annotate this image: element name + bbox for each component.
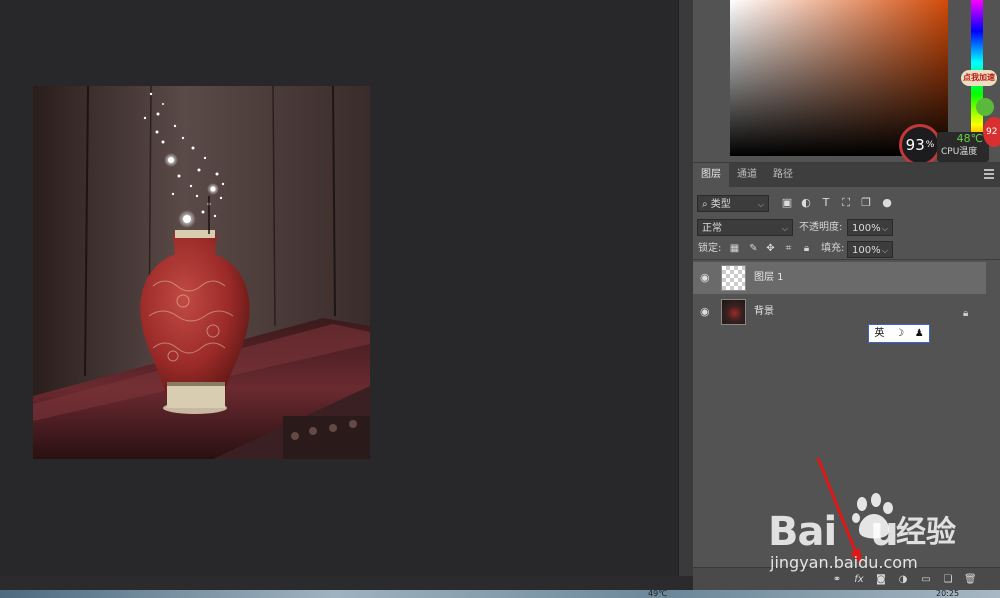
tab-channels[interactable]: 通道 bbox=[729, 163, 765, 187]
panel-tabs: 图层 通道 路径 bbox=[693, 163, 1000, 187]
panel-divider bbox=[693, 259, 1000, 260]
tab-layers[interactable]: 图层 bbox=[693, 163, 729, 187]
windows-taskbar[interactable] bbox=[0, 590, 1000, 598]
filter-toggle-icon[interactable]: ● bbox=[881, 197, 893, 209]
blend-mode-dropdown[interactable]: 正常 ⌵ bbox=[697, 219, 793, 236]
lock-label: 锁定: bbox=[698, 243, 722, 254]
lock-all-icon[interactable]: 🔒︎ bbox=[801, 243, 812, 254]
paw-icon bbox=[852, 493, 893, 539]
chevron-down-icon: ⌵ bbox=[881, 224, 888, 233]
lock-transparent-icon[interactable]: ▦ bbox=[729, 243, 740, 254]
green-ball-icon[interactable] bbox=[976, 98, 994, 116]
document-canvas-area[interactable] bbox=[0, 0, 678, 576]
layer-filter-label: 类型 bbox=[710, 199, 731, 210]
smart-object-filter-icon[interactable]: ❐ bbox=[860, 197, 872, 209]
chevron-down-icon: ⌵ bbox=[757, 200, 764, 209]
layer-name[interactable]: 图层 1 bbox=[754, 262, 784, 294]
layer-filter-dropdown[interactable]: ⌕ 类型 ⌵ bbox=[697, 195, 769, 212]
cpu-temperature: 48℃ bbox=[956, 132, 983, 145]
layer-row-layer1[interactable]: ◉ 图层 1 bbox=[693, 262, 986, 294]
chevron-down-icon: ⌵ bbox=[781, 224, 788, 233]
cpu-info-box: 48℃ CPU温度 bbox=[937, 132, 989, 162]
eye-icon[interactable]: ◉ bbox=[700, 272, 712, 283]
panel-menu-icon[interactable] bbox=[984, 169, 994, 179]
taskbar-clock[interactable]: 20:25 bbox=[936, 590, 959, 598]
moon-icon[interactable]: ☽ bbox=[895, 325, 904, 342]
baidu-watermark: Baiu 经验 jingyan.baidu.com bbox=[768, 490, 993, 580]
cpu-usage-unit: % bbox=[925, 140, 935, 150]
search-icon: ⌕ bbox=[702, 199, 708, 210]
fill-field[interactable]: 100% ⌵ bbox=[847, 241, 893, 258]
lock-move-icon[interactable]: ✥ bbox=[765, 243, 776, 254]
tab-paths[interactable]: 路径 bbox=[765, 163, 801, 187]
corner-counter-badge[interactable]: 92 bbox=[983, 117, 1000, 147]
blend-mode-value: 正常 bbox=[702, 223, 722, 234]
ime-toolbar[interactable]: 英 ☽ ♟ bbox=[868, 324, 930, 343]
cpu-usage-ring: 93% bbox=[899, 124, 941, 166]
lock-brush-icon[interactable]: ✎ bbox=[748, 243, 759, 254]
watermark-url: jingyan.baidu.com bbox=[770, 553, 918, 572]
speed-up-badge[interactable]: 点我加速 bbox=[961, 70, 997, 86]
watermark-chinese: 经验 bbox=[896, 515, 956, 550]
vase-photo bbox=[33, 86, 370, 459]
cpu-usage-value: 93 bbox=[905, 136, 925, 154]
canvas-vertical-scrollbar[interactable] bbox=[678, 0, 694, 576]
shape-filter-icon[interactable]: ⛶ bbox=[840, 197, 852, 209]
layer-row-background[interactable]: ◉ 背景 🔒︎ bbox=[693, 296, 986, 328]
adjustment-filter-icon[interactable]: ◐ bbox=[800, 197, 812, 209]
color-picker-area: 点我加速 93% 48℃ CPU温度 92 bbox=[693, 0, 1000, 166]
ime-language-toggle[interactable]: 英 bbox=[874, 325, 884, 342]
layer-thumbnail-transparent bbox=[721, 265, 746, 291]
lock-artboard-icon[interactable]: ⌗ bbox=[783, 243, 794, 254]
opacity-value: 100% bbox=[852, 223, 881, 234]
user-icon[interactable]: ♟ bbox=[915, 325, 924, 342]
layer-thumbnail-background bbox=[721, 299, 746, 325]
layer-name[interactable]: 背景 bbox=[754, 296, 774, 328]
cpu-temperature-label: CPU温度 bbox=[941, 147, 978, 157]
lock-icon: 🔒︎ bbox=[963, 308, 969, 319]
pixel-filter-icon[interactable]: ▣ bbox=[781, 197, 793, 209]
taskbar-temperature: 49℃ bbox=[648, 589, 668, 598]
document-image-vase[interactable] bbox=[33, 86, 370, 459]
eye-icon[interactable]: ◉ bbox=[700, 306, 712, 317]
opacity-label: 不透明度: bbox=[799, 222, 843, 233]
fill-label: 填充: bbox=[821, 243, 845, 254]
fill-value: 100% bbox=[852, 245, 881, 256]
opacity-field[interactable]: 100% ⌵ bbox=[847, 219, 893, 236]
type-filter-icon[interactable]: T bbox=[820, 197, 832, 209]
chevron-down-icon: ⌵ bbox=[881, 246, 888, 255]
